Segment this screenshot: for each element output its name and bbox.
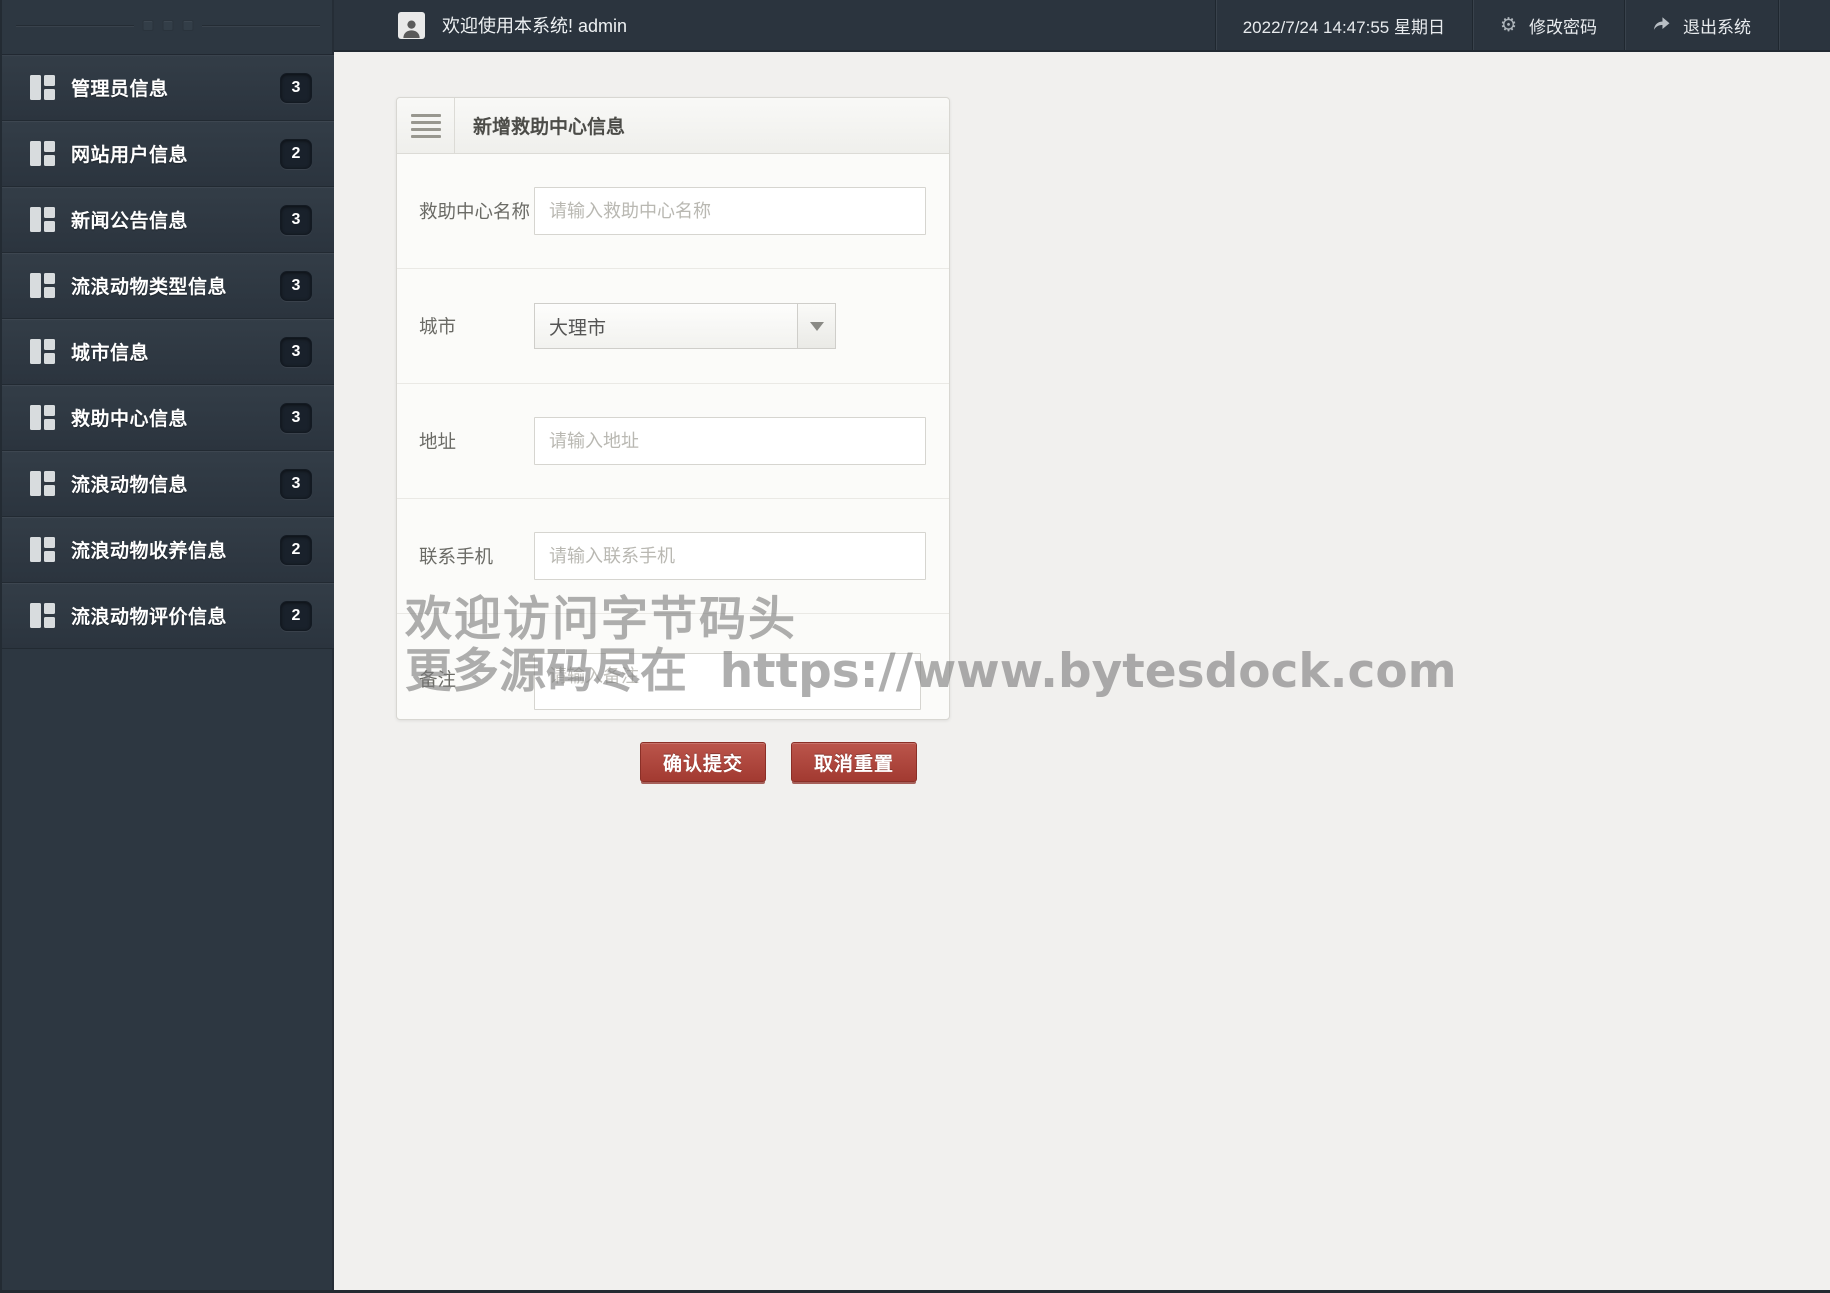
sidebar-item-adoptions[interactable]: 流浪动物收养信息 2 (2, 517, 334, 583)
panel-title: 新增救助中心信息 (473, 117, 626, 138)
phone-label: 联系手机 (419, 546, 494, 567)
reset-button[interactable]: 取消重置 (791, 742, 918, 782)
address-label: 地址 (419, 431, 457, 452)
form-row-remark: 备注 (397, 614, 949, 719)
remark-label: 备注 (419, 669, 457, 690)
content-area: 新增救助中心信息 救助中心名称 城市 大理市 地址 联系手机 备注 (334, 52, 1830, 1293)
city-select-value: 大理市 (549, 317, 607, 339)
city-select[interactable]: 大理市 (534, 303, 836, 349)
grid-icon (30, 603, 56, 628)
welcome-area: 欢迎使用本系统! admin (334, 0, 1215, 50)
sidebar-item-label: 救助中心信息 (71, 409, 189, 430)
sidebar-item-label: 流浪动物信息 (71, 475, 189, 496)
sidebar-top-divider-right (202, 25, 320, 26)
logout-button[interactable]: 退出系统 (1624, 0, 1778, 50)
count-badge: 2 (280, 138, 312, 169)
count-badge: 3 (280, 270, 312, 301)
grid-icon (30, 471, 56, 496)
city-select-dropdown-button[interactable] (797, 304, 835, 348)
logout-arrow-icon (1652, 15, 1671, 36)
dot-icon (142, 20, 154, 31)
sidebar-item-rescue-centers[interactable]: 救助中心信息 3 (2, 385, 334, 451)
sidebar-item-animal-types[interactable]: 流浪动物类型信息 3 (2, 253, 334, 319)
submit-button[interactable]: 确认提交 (640, 742, 767, 782)
sidebar-item-reviews[interactable]: 流浪动物评价信息 2 (2, 583, 334, 649)
grid-icon (30, 273, 56, 298)
sidebar-item-label: 流浪动物收养信息 (71, 541, 228, 562)
sidebar-top-strip (2, 0, 334, 55)
sidebar-item-label: 流浪动物评价信息 (71, 607, 228, 628)
sidebar-item-cities[interactable]: 城市信息 3 (2, 319, 334, 385)
sidebar-item-site-users[interactable]: 网站用户信息 2 (2, 121, 334, 187)
count-badge: 3 (280, 204, 312, 235)
topbar: 欢迎使用本系统! admin 2022/7/24 14:47:55 星期日 ⚙ … (334, 0, 1830, 52)
sidebar-item-label: 管理员信息 (71, 79, 169, 100)
logout-label: 退出系统 (1683, 17, 1751, 37)
datetime-display: 2022/7/24 14:47:55 星期日 (1214, 0, 1472, 50)
dot-icon (162, 20, 174, 31)
dot-icon (182, 20, 194, 31)
chevron-down-icon (809, 322, 824, 338)
count-badge: 3 (280, 468, 312, 499)
user-avatar-icon (398, 11, 425, 39)
add-rescue-center-panel: 新增救助中心信息 救助中心名称 城市 大理市 地址 联系手机 备注 (396, 97, 950, 720)
sidebar-item-news[interactable]: 新闻公告信息 3 (2, 187, 334, 253)
grid-icon (30, 75, 56, 100)
sidebar-dots-decoration (142, 20, 194, 31)
change-password-label: 修改密码 (1529, 17, 1597, 37)
sidebar-item-label: 新闻公告信息 (71, 211, 189, 232)
sidebar-item-stray-animals[interactable]: 流浪动物信息 3 (2, 451, 334, 517)
gear-icon: ⚙ (1499, 13, 1517, 36)
sidebar-item-label: 网站用户信息 (71, 145, 189, 166)
hamburger-icon (410, 110, 441, 142)
grid-icon (30, 339, 56, 364)
change-password-button[interactable]: ⚙ 修改密码 (1471, 0, 1624, 50)
sidebar-top-divider-left (16, 25, 134, 26)
form-row-center-name: 救助中心名称 (397, 154, 949, 269)
sidebar-nav: 管理员信息 3 网站用户信息 2 新闻公告信息 3 流浪动物类型信息 3 城市信… (2, 55, 334, 649)
sidebar-item-admin-info[interactable]: 管理员信息 3 (2, 55, 334, 121)
grid-icon (30, 141, 56, 166)
sidebar-item-label: 流浪动物类型信息 (71, 277, 228, 298)
panel-header: 新增救助中心信息 (397, 98, 949, 154)
topbar-end-spacer (1778, 0, 1830, 50)
count-badge: 2 (280, 534, 312, 565)
form-actions: 确认提交 取消重置 (640, 742, 918, 782)
form-row-address: 地址 (397, 384, 949, 499)
form-row-city: 城市 大理市 (397, 269, 949, 384)
grid-icon (30, 207, 56, 232)
count-badge: 3 (280, 402, 312, 433)
city-label: 城市 (419, 316, 457, 337)
center-name-label: 救助中心名称 (419, 201, 531, 222)
form-row-phone: 联系手机 (397, 499, 949, 614)
address-input[interactable] (534, 417, 926, 465)
grid-icon (30, 537, 56, 562)
count-badge: 3 (280, 336, 312, 367)
count-badge: 3 (280, 72, 312, 103)
welcome-text: 欢迎使用本系统! admin (442, 16, 628, 36)
sidebar-item-label: 城市信息 (71, 343, 150, 364)
menu-toggle-button[interactable] (397, 98, 455, 153)
phone-input[interactable] (534, 532, 926, 580)
grid-icon (30, 405, 56, 430)
sidebar: 管理员信息 3 网站用户信息 2 新闻公告信息 3 流浪动物类型信息 3 城市信… (0, 0, 334, 1293)
remark-textarea[interactable] (534, 653, 921, 710)
center-name-input[interactable] (534, 187, 926, 235)
count-badge: 2 (280, 600, 312, 631)
